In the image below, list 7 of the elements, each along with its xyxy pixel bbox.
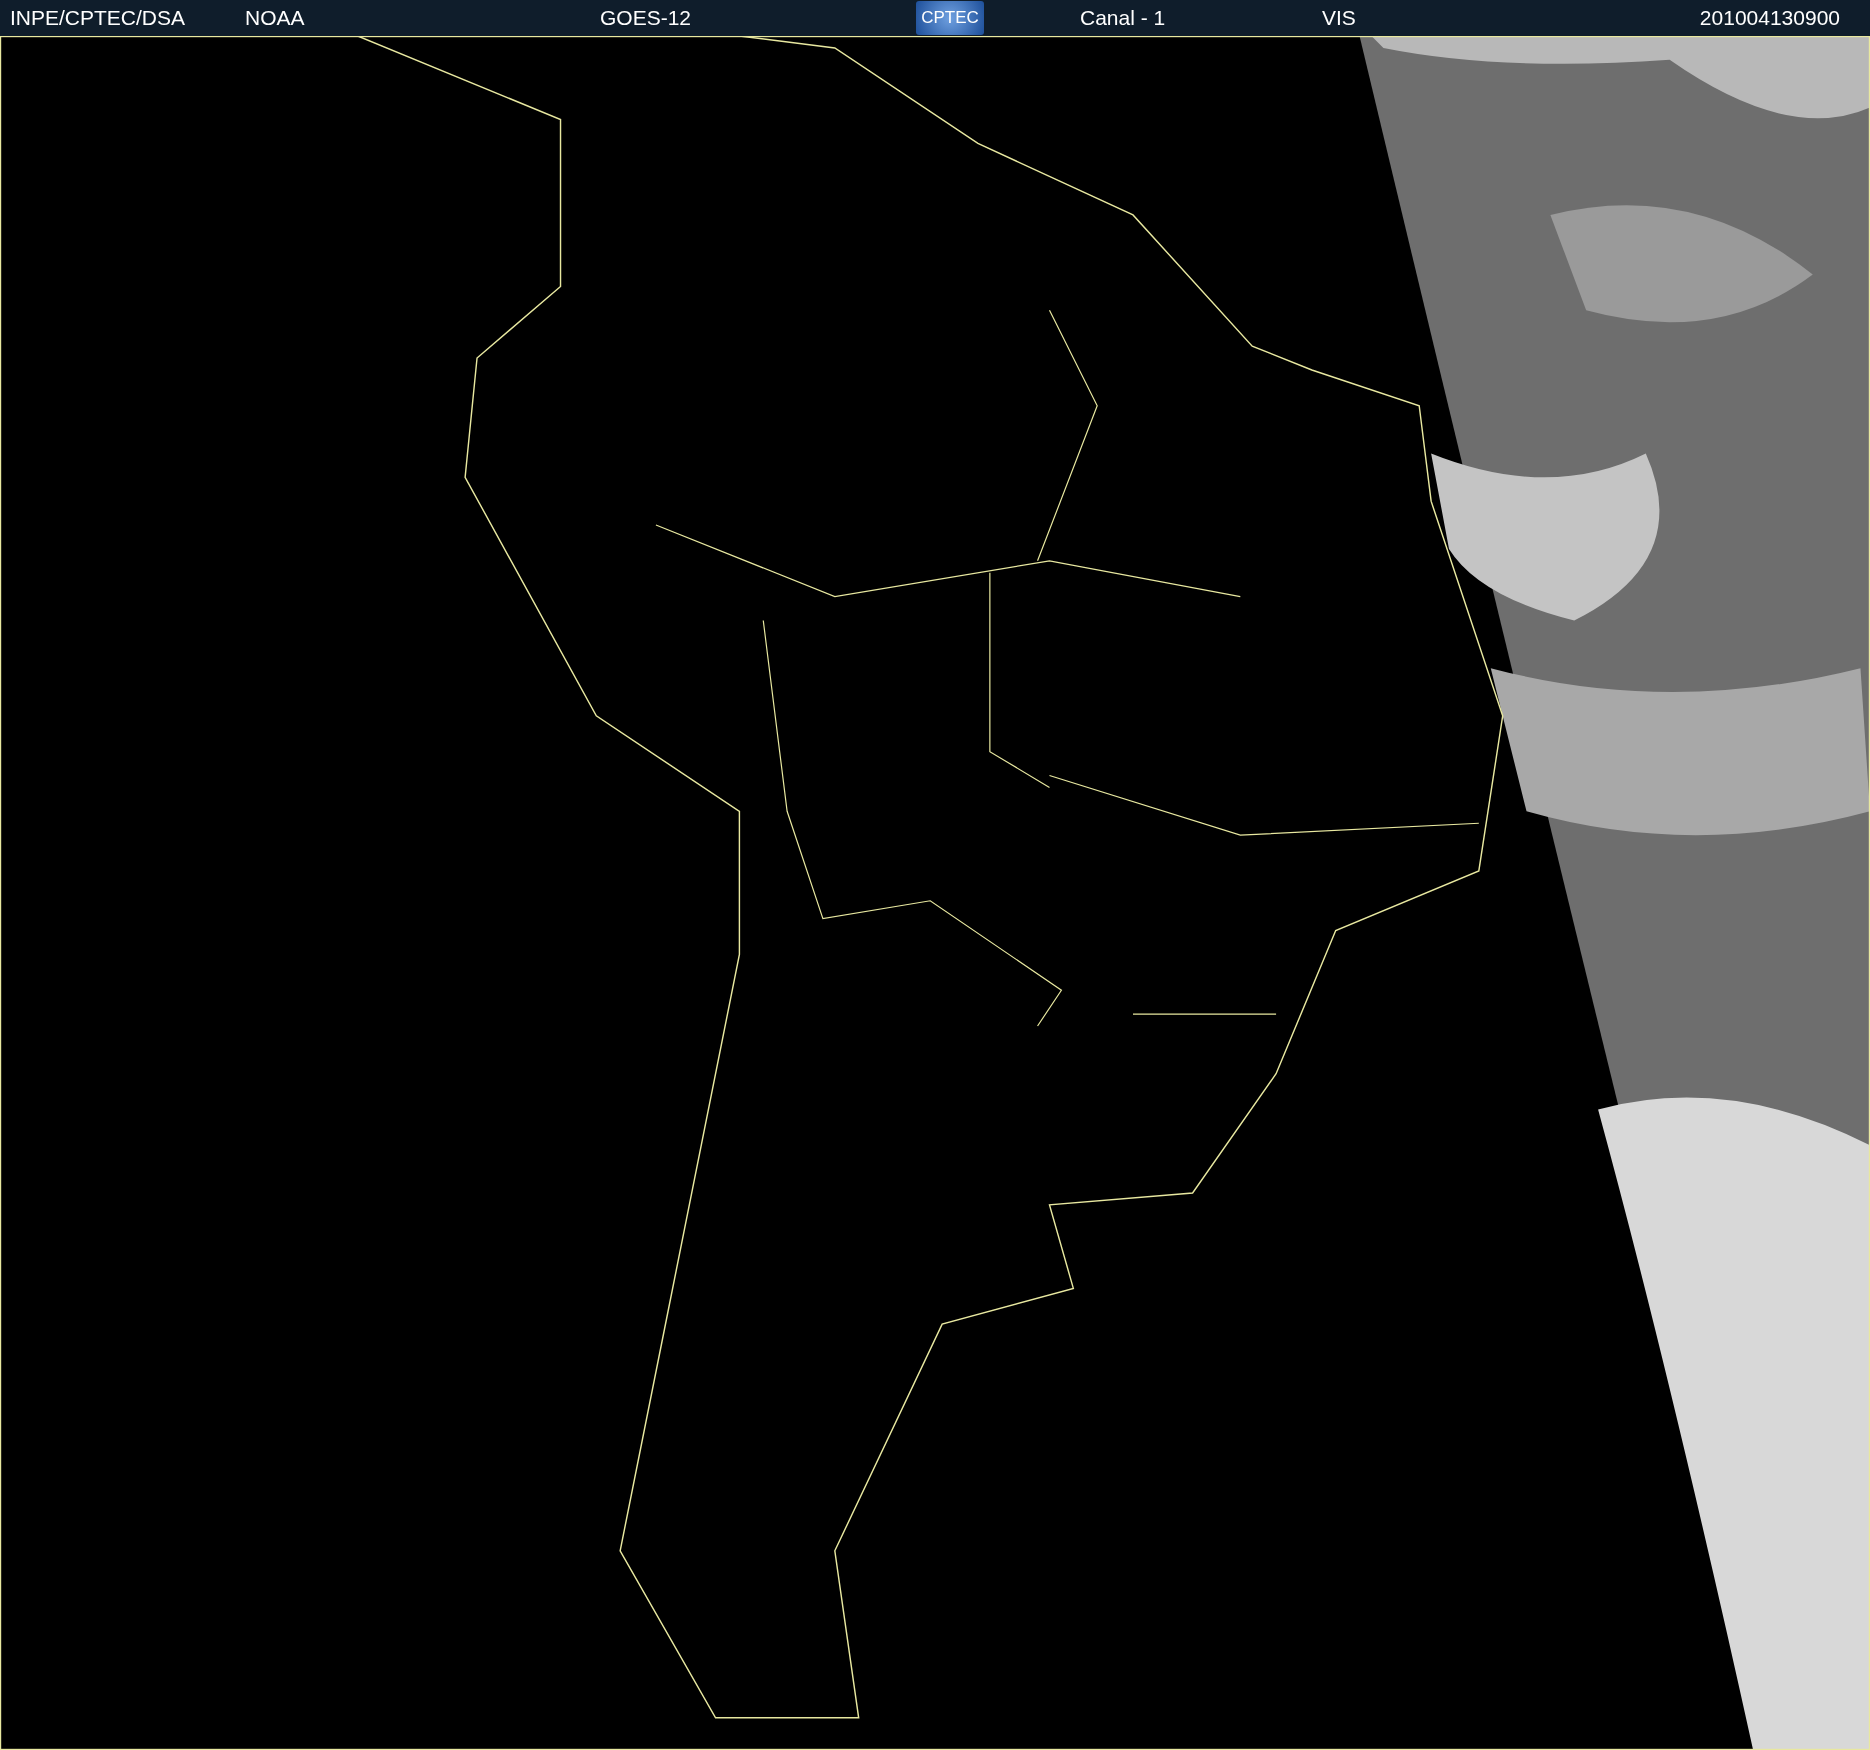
satellite-label: GOES-12 xyxy=(600,6,693,30)
channel-label: Canal - 1 xyxy=(1080,6,1167,30)
source-label: INPE/CPTEC/DSA xyxy=(10,6,187,30)
agency-label: NOAA xyxy=(245,6,306,30)
logo: CPTEC xyxy=(916,1,984,35)
timestamp-label: 201004130900 xyxy=(1699,6,1840,30)
band-label: VIS xyxy=(1322,6,1357,30)
